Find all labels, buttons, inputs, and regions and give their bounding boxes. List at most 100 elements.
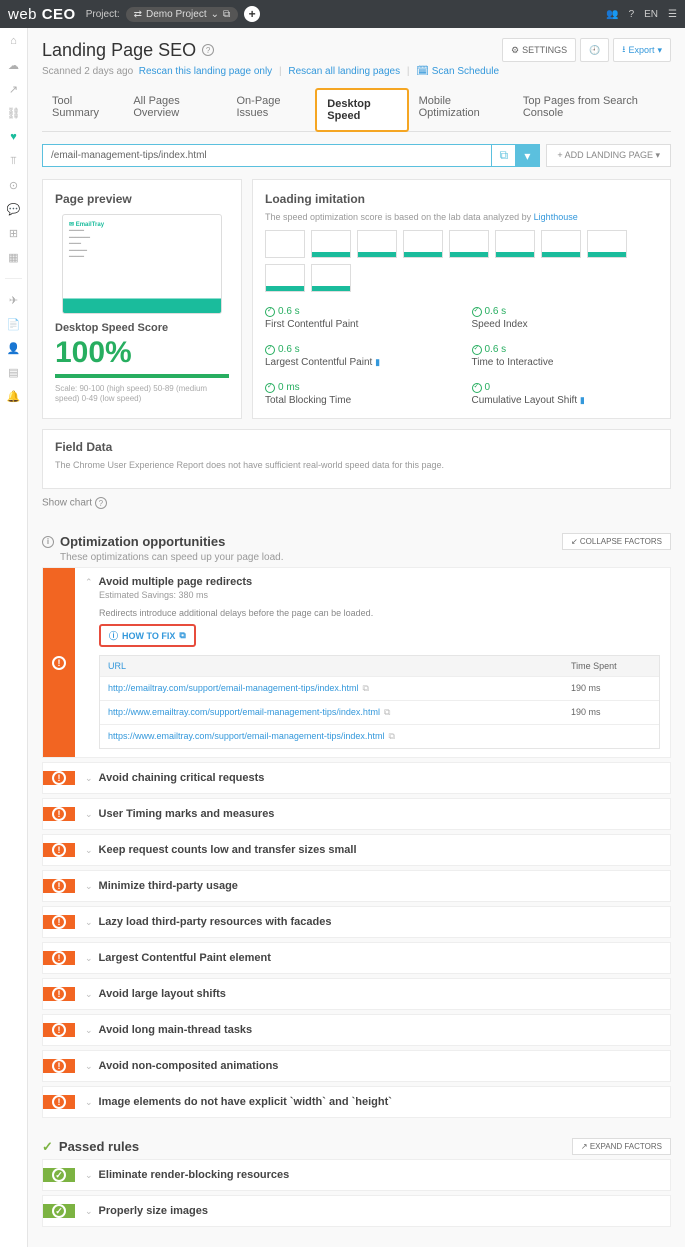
history-button[interactable]: 🕘 — [580, 38, 609, 62]
loading-imitation-card: Loading imitation The speed optimization… — [252, 179, 671, 419]
chevron-down-icon: ⌄ — [85, 917, 93, 928]
thumb — [265, 264, 305, 292]
chat-icon[interactable]: 💬 — [7, 202, 21, 216]
factor-user-timing[interactable]: !⌄User Timing marks and measures — [42, 798, 671, 830]
score-value: 100% — [55, 336, 229, 370]
thumb — [541, 230, 581, 258]
bell-icon[interactable]: 🔔 — [7, 389, 21, 403]
metric-cls: 0Cumulative Layout Shift ▮ — [472, 382, 659, 406]
tab-mobile-opt[interactable]: Mobile Optimization — [409, 87, 513, 131]
chevron-down-icon: ⌄ — [85, 1170, 93, 1181]
analytics-icon[interactable]: ⫪ — [7, 154, 21, 168]
passed-render-blocking[interactable]: ✓⌄Eliminate render-blocking resources — [42, 1159, 671, 1191]
metric-si: 0.6 sSpeed Index — [472, 306, 659, 330]
tools-icon[interactable]: ⊞ — [7, 226, 21, 240]
menu-icon[interactable]: ☰ — [668, 9, 677, 20]
location-icon[interactable]: ⊙ — [7, 178, 21, 192]
rocket-icon[interactable]: ✈ — [7, 293, 21, 307]
tab-tool-summary[interactable]: Tool Summary — [42, 87, 123, 131]
tab-search-console[interactable]: Top Pages from Search Console — [513, 87, 671, 131]
collapse-factors-button[interactable]: ↙ COLLAPSE FACTORS — [562, 533, 671, 550]
tab-all-pages[interactable]: All Pages Overview — [123, 87, 226, 131]
scan-schedule-link[interactable]: 🗓 Scan Schedule — [416, 66, 499, 77]
factor-layout-shifts[interactable]: !⌄Avoid large layout shifts — [42, 978, 671, 1010]
report-icon[interactable]: 📄 — [7, 317, 21, 331]
thumb — [311, 230, 351, 258]
add-landing-page-button[interactable]: + ADD LANDING PAGE ▾ — [546, 144, 671, 167]
users-icon[interactable]: 👥 — [606, 9, 618, 20]
factor-toggle[interactable]: ⌃Avoid multiple page redirects — [85, 576, 660, 588]
rescan-one-link[interactable]: Rescan this landing page only — [139, 66, 272, 77]
sidebar: ⌂ ☁ ↗ ⛓ ♥ ⫪ ⊙ 💬 ⊞ ▦ ✈ 📄 👤 ▤ 🔔 — [0, 28, 28, 1247]
page-preview-card: Page preview ✉ EmailTray ━━━━━━━━━━━━━━━… — [42, 179, 242, 419]
bookmark-icon: ▮ — [580, 395, 585, 405]
metric-tti: 0.6 sTime to Interactive — [472, 344, 659, 368]
tab-onpage-issues[interactable]: On-Page Issues — [227, 87, 316, 131]
factor-request-counts[interactable]: !⌄Keep request counts low and transfer s… — [42, 834, 671, 866]
page-title: Landing Page SEO ? — [42, 40, 214, 61]
chevron-down-icon: ⌄ — [85, 809, 93, 820]
redirects-table: URLTime Spent http://emailtray.com/suppo… — [99, 655, 660, 749]
external-link-icon: ⧉ — [223, 9, 230, 20]
how-to-fix-button[interactable]: ⓘHOW TO FIX⧉ — [99, 624, 196, 647]
opt-opportunities-title: iOptimization opportunities — [42, 534, 225, 549]
factor-third-party[interactable]: !⌄Minimize third-party usage — [42, 870, 671, 902]
dashboard-icon[interactable]: ☁ — [7, 58, 21, 72]
calendar-icon[interactable]: ▦ — [7, 250, 21, 264]
factor-lcp-element[interactable]: !⌄Largest Contentful Paint element — [42, 942, 671, 974]
factor-lazy-facades[interactable]: !⌄Lazy load third-party resources with f… — [42, 906, 671, 938]
main-content: Landing Page SEO ? ⚙ SETTINGS 🕘 ⭳ Export… — [28, 28, 685, 1247]
share-icon: ⇄ — [134, 9, 142, 20]
loading-thumbnails — [265, 230, 658, 292]
show-chart-toggle[interactable]: Show chart ? — [42, 497, 671, 509]
home-icon[interactable]: ⌂ — [7, 34, 21, 48]
export-button[interactable]: ⭳ Export ▾ — [613, 38, 671, 62]
factor-image-dimensions[interactable]: !⌄Image elements do not have explicit `w… — [42, 1086, 671, 1118]
heart-icon[interactable]: ♥ — [7, 130, 21, 144]
thumb — [587, 230, 627, 258]
bookmark-icon: ▮ — [375, 357, 380, 367]
tab-desktop-speed[interactable]: Desktop Speed — [315, 88, 408, 132]
factor-status-badge: ! — [43, 568, 75, 757]
copy-icon[interactable]: ⧉ — [384, 707, 390, 717]
lighthouse-link[interactable]: Lighthouse — [534, 212, 578, 222]
factor-main-thread[interactable]: !⌄Avoid long main-thread tasks — [42, 1014, 671, 1046]
redirect-url-link[interactable]: http://emailtray.com/support/email-manag… — [108, 683, 358, 693]
chevron-down-icon: ⌄ — [211, 9, 219, 20]
redirect-url-link[interactable]: https://www.emailtray.com/support/email-… — [108, 731, 384, 741]
factor-non-composited[interactable]: !⌄Avoid non-composited animations — [42, 1050, 671, 1082]
thumb — [495, 230, 535, 258]
open-url-button[interactable]: ⧉ — [491, 145, 515, 166]
scan-info: Scanned 2 days ago Rescan this landing p… — [42, 66, 671, 77]
logo: web CEO — [8, 6, 76, 23]
thumb — [265, 230, 305, 258]
thumb — [403, 230, 443, 258]
landing-page-url-input[interactable] — [43, 145, 491, 166]
copy-icon[interactable]: ⧉ — [362, 683, 368, 693]
project-selector[interactable]: ⇄ Demo Project ⌄ ⧉ — [126, 7, 239, 22]
score-bar — [55, 374, 229, 378]
monitor-preview: ✉ EmailTray ━━━━━━━━━━━━━━━━━━━━━━━━━━━ — [62, 214, 222, 314]
rescan-all-link[interactable]: Rescan all landing pages — [288, 66, 400, 77]
chevron-down-icon: ⌄ — [85, 1025, 93, 1036]
chevron-down-icon: ⌄ — [85, 953, 93, 964]
chart-icon[interactable]: ↗ — [7, 82, 21, 96]
user-icon[interactable]: 👤 — [7, 341, 21, 355]
settings-button[interactable]: ⚙ SETTINGS — [502, 38, 576, 62]
doc-icon[interactable]: ▤ — [7, 365, 21, 379]
add-project-button[interactable]: + — [244, 6, 260, 22]
topbar: web CEO Project: ⇄ Demo Project ⌄ ⧉ + 👥 … — [0, 0, 685, 28]
redirect-url-link[interactable]: http://www.emailtray.com/support/email-m… — [108, 707, 380, 717]
link-icon[interactable]: ⛓ — [7, 106, 21, 120]
metric-fcp: 0.6 sFirst Contentful Paint — [265, 306, 452, 330]
external-link-icon: ⧉ — [179, 630, 185, 641]
chevron-down-icon: ⌄ — [85, 845, 93, 856]
factor-chaining[interactable]: !⌄Avoid chaining critical requests — [42, 762, 671, 794]
info-icon[interactable]: ? — [202, 44, 214, 56]
help-icon[interactable]: ? — [629, 9, 635, 20]
url-dropdown-button[interactable]: ▾ — [515, 145, 539, 166]
copy-icon[interactable]: ⧉ — [388, 731, 394, 741]
expand-factors-button[interactable]: ↗ EXPAND FACTORS — [572, 1138, 671, 1155]
language-selector[interactable]: EN — [644, 9, 658, 20]
metric-lcp: 0.6 sLargest Contentful Paint ▮ — [265, 344, 452, 368]
